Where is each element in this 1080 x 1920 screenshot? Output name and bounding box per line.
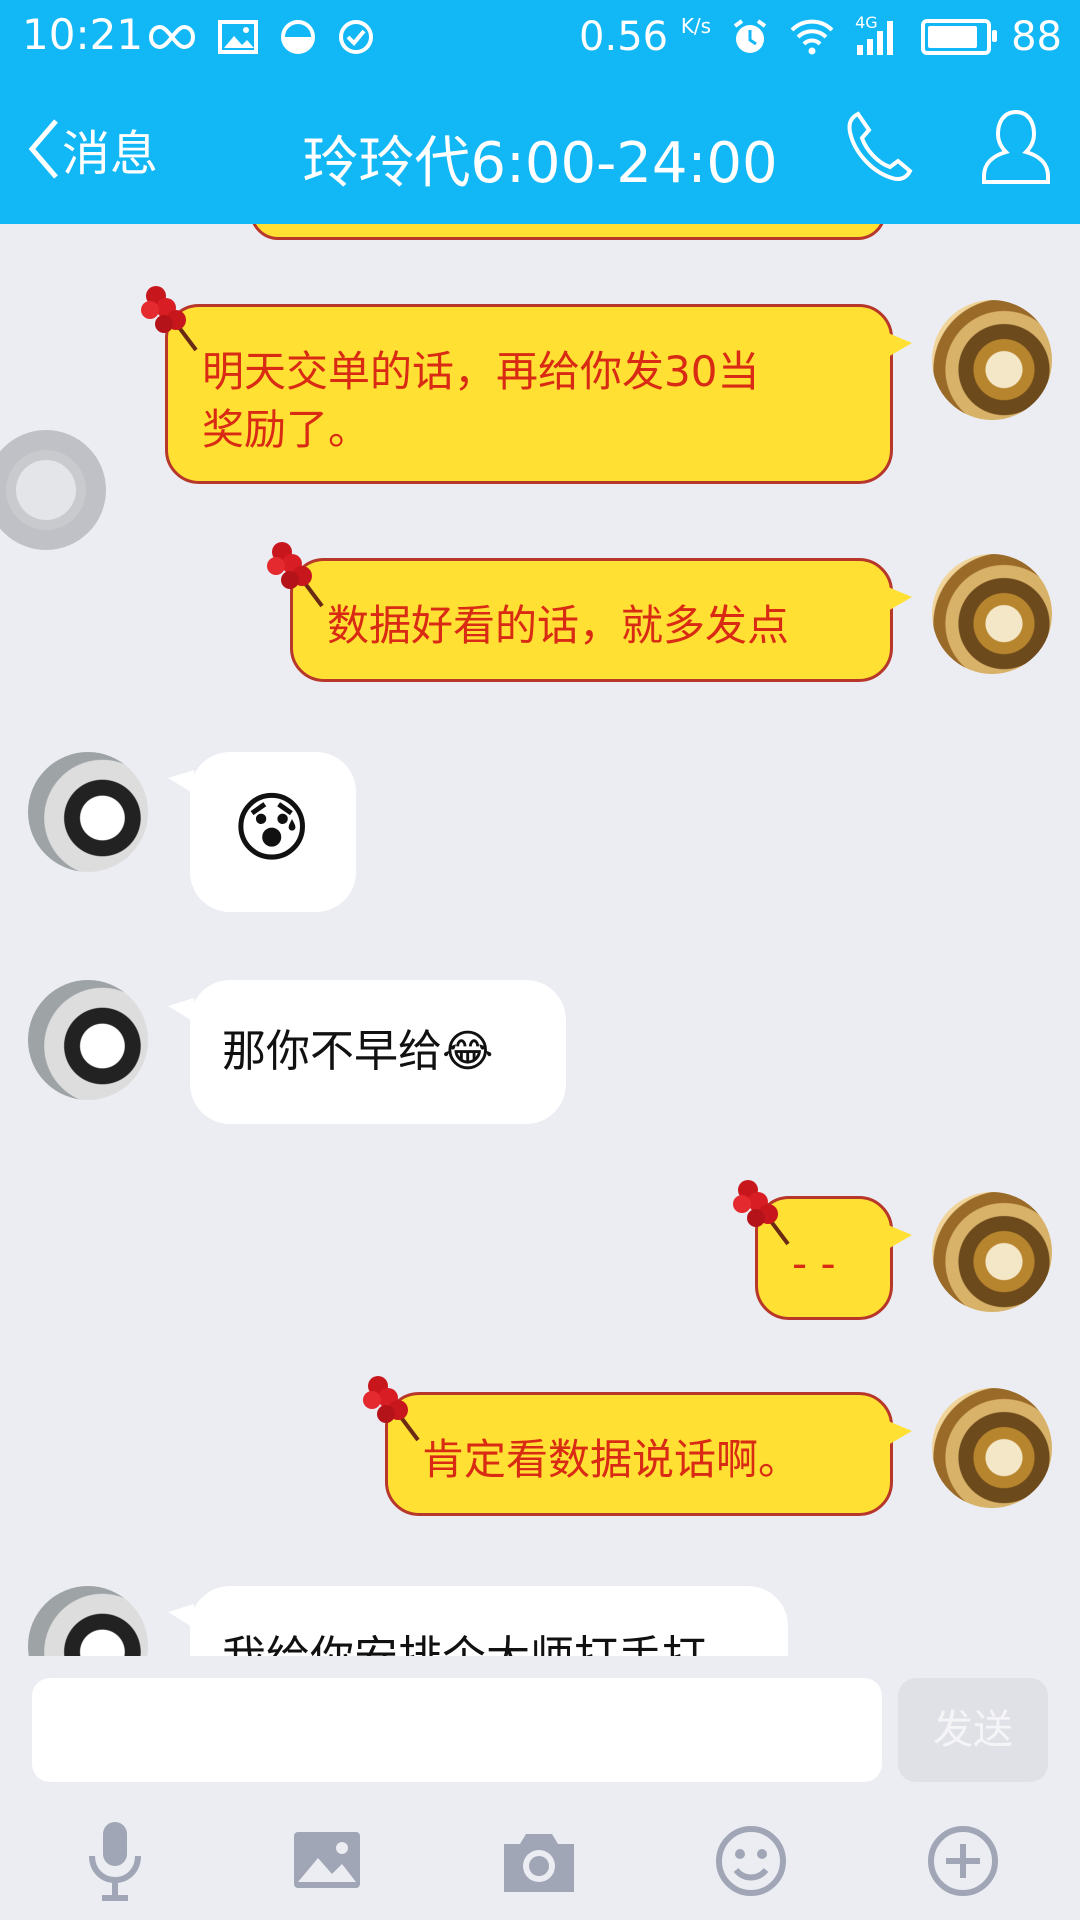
chat-header: 消息 玲玲代6:00-24:00 — [0, 74, 1080, 224]
avatar-contact[interactable] — [28, 1586, 148, 1656]
half-circle-icon — [281, 20, 315, 54]
chat-title: 玲玲代6:00-24:00 — [302, 131, 778, 196]
avatar-self[interactable] — [932, 300, 1052, 420]
candy-bubble-decoration-icon — [363, 1376, 420, 1442]
previous-bubble-edge — [250, 224, 886, 240]
battery-icon — [921, 19, 998, 55]
microphone-icon[interactable] — [70, 1816, 160, 1906]
alarm-icon — [733, 19, 767, 53]
floating-assist-button[interactable] — [0, 428, 108, 552]
profile-icon[interactable] — [980, 108, 1052, 188]
message-text: 我给你安排个大师打手打 — [222, 1632, 706, 1656]
message-bubble-contact[interactable]: 😰 — [168, 752, 356, 912]
system-indicators: 0.56 K/s 4G 88 — [579, 10, 1062, 64]
network-speed: 0.56 K/s — [579, 14, 712, 60]
message-bubble-self[interactable]: 肯定看数据说话啊。 — [385, 1392, 912, 1516]
avatar-contact[interactable] — [28, 980, 148, 1100]
message-bubble-contact[interactable]: 那你不早给😂 — [168, 980, 566, 1124]
avatar-self[interactable] — [932, 1388, 1052, 1508]
emoji-tears-of-joy: 😂 — [442, 1026, 494, 1077]
infinity-icon — [148, 24, 196, 50]
notification-icons — [148, 14, 374, 60]
message-text: 奖励了。 — [202, 405, 371, 454]
gallery-icon — [218, 20, 258, 54]
message-bubble-self[interactable]: 明天交单的话，再给你发30当 奖励了。 — [165, 304, 912, 484]
message-text: 那你不早给 — [222, 1026, 442, 1077]
message-text: 肯定看数据说话啊。 — [422, 1435, 801, 1484]
wifi-icon — [790, 19, 834, 55]
message-bubble-self[interactable]: 数据好看的话，就多发点 — [290, 558, 912, 682]
emoji-icon[interactable] — [706, 1816, 796, 1906]
status-time: 10:21 — [22, 10, 144, 59]
candy-bubble-decoration-icon — [267, 542, 324, 608]
message-bubble-contact[interactable]: 我给你安排个大师打手打 — [168, 1586, 788, 1656]
plus-icon[interactable] — [918, 1816, 1008, 1906]
message-text: - - — [792, 1239, 836, 1288]
check-circle-icon — [339, 20, 373, 54]
message-list[interactable]: 明天交单的话，再给你发30当 奖励了。 数据好看的话，就多发点 😰 那你不早给😂… — [0, 224, 1080, 1656]
composer-toolbar — [0, 1816, 1080, 1906]
avatar-self[interactable] — [932, 554, 1052, 674]
candy-bubble-decoration-icon — [733, 1180, 790, 1246]
avatar-self[interactable] — [932, 1192, 1052, 1312]
send-button[interactable]: 发送 — [898, 1678, 1048, 1782]
composer: 发送 — [0, 1656, 1080, 1920]
image-icon[interactable] — [282, 1816, 372, 1906]
camera-icon[interactable] — [494, 1816, 584, 1906]
message-text: 数据好看的话，就多发点 — [327, 601, 790, 650]
candy-bubble-decoration-icon — [141, 286, 198, 352]
battery-percent: 88 — [1011, 14, 1062, 60]
avatar-contact[interactable] — [28, 752, 148, 872]
emoji-anxious-sweat: 😰 — [232, 783, 312, 872]
message-input[interactable] — [32, 1678, 882, 1782]
message-text: 明天交单的话，再给你发30当 — [202, 347, 760, 396]
phone-icon[interactable] — [844, 108, 916, 184]
status-bar: 10:21 0.56 K/s 4G 88 — [0, 0, 1080, 74]
cell-signal-icon: 4G — [855, 13, 901, 57]
